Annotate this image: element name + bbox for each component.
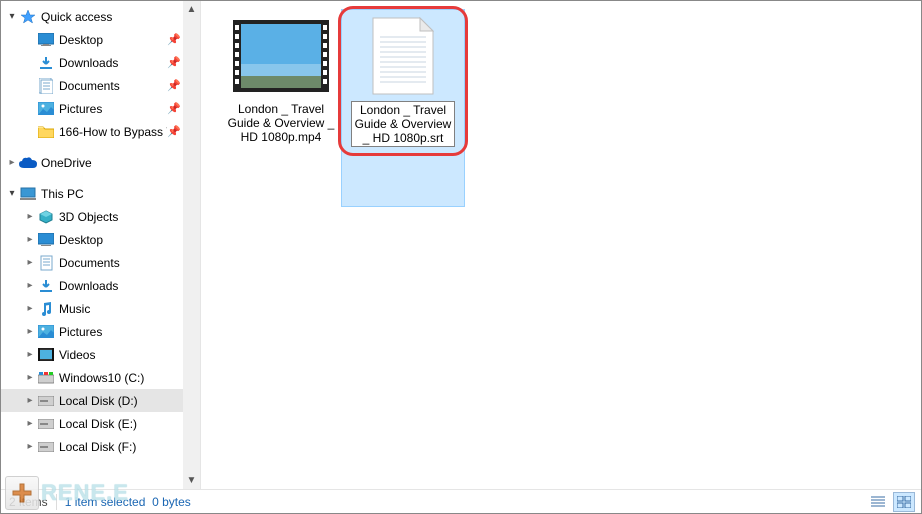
expand-icon[interactable]: ▸ bbox=[23, 395, 37, 406]
nav-label: Music bbox=[59, 302, 183, 316]
nav-label: Windows10 (C:) bbox=[59, 371, 183, 385]
file-name: London _ Travel Guide & Overview _ HD 10… bbox=[351, 101, 455, 147]
nav-this-pc[interactable]: ▾ This PC bbox=[1, 182, 183, 205]
nav-label: Desktop bbox=[59, 233, 183, 247]
nav-label: Downloads bbox=[59, 279, 183, 293]
large-icons-view-button[interactable] bbox=[893, 492, 915, 512]
folder-icon bbox=[37, 123, 55, 141]
desktop-icon bbox=[37, 231, 55, 249]
3d-icon bbox=[37, 208, 55, 226]
expand-icon[interactable]: ▸ bbox=[23, 418, 37, 429]
nav-drive-c[interactable]: ▸ Windows10 (C:) bbox=[1, 366, 183, 389]
music-icon bbox=[37, 300, 55, 318]
expand-icon[interactable]: ▸ bbox=[23, 211, 37, 222]
nav-drive-e[interactable]: ▸ Local Disk (E:) bbox=[1, 412, 183, 435]
nav-3d-objects[interactable]: ▸ 3D Objects bbox=[1, 205, 183, 228]
download-icon bbox=[37, 54, 55, 72]
nav-label: Pictures bbox=[59, 325, 183, 339]
drive-icon bbox=[37, 438, 55, 456]
nav-pictures[interactable]: Pictures 📌 bbox=[1, 97, 183, 120]
expand-icon[interactable]: ▸ bbox=[23, 234, 37, 245]
nav-label: Downloads bbox=[59, 56, 167, 70]
expand-icon[interactable]: ▸ bbox=[5, 157, 19, 168]
nav-label: 166-How to Bypass You bbox=[59, 125, 167, 139]
expand-icon[interactable]: ▸ bbox=[23, 441, 37, 452]
expand-icon[interactable]: ▾ bbox=[5, 11, 19, 22]
drive-icon bbox=[37, 415, 55, 433]
expand-icon[interactable]: ▸ bbox=[23, 280, 37, 291]
nav-label: This PC bbox=[41, 187, 183, 201]
nav-drive-d[interactable]: ▸ Local Disk (D:) bbox=[1, 389, 183, 412]
expand-icon[interactable]: ▸ bbox=[23, 372, 37, 383]
nav-pc-videos[interactable]: ▸ Videos bbox=[1, 343, 183, 366]
navigation-pane: ▾ Quick access Desktop 📌 Downloads 📌 bbox=[1, 1, 201, 489]
expand-icon[interactable]: ▾ bbox=[5, 188, 19, 199]
video-thumbnail bbox=[233, 15, 329, 97]
file-item-video[interactable]: London _ Travel Guide & Overview _ HD 10… bbox=[225, 15, 337, 145]
nav-label: Local Disk (F:) bbox=[59, 440, 183, 454]
pin-icon: 📌 bbox=[167, 102, 183, 115]
nav-pc-music[interactable]: ▸ Music bbox=[1, 297, 183, 320]
onedrive-icon bbox=[19, 154, 37, 172]
nav-pc-desktop[interactable]: ▸ Desktop bbox=[1, 228, 183, 251]
scroll-up-icon[interactable]: ▲ bbox=[183, 1, 200, 18]
nav-desktop[interactable]: Desktop 📌 bbox=[1, 28, 183, 51]
nav-label: Desktop bbox=[59, 33, 167, 47]
pictures-icon bbox=[37, 323, 55, 341]
drive-icon bbox=[37, 392, 55, 410]
expand-icon[interactable]: ▸ bbox=[23, 303, 37, 314]
sidebar-scrollbar[interactable]: ▲ ▼ bbox=[183, 1, 200, 489]
pc-icon bbox=[19, 185, 37, 203]
pin-icon: 📌 bbox=[167, 125, 183, 138]
nav-drive-f[interactable]: ▸ Local Disk (F:) bbox=[1, 435, 183, 458]
nav-label: Pictures bbox=[59, 102, 167, 116]
desktop-icon bbox=[37, 31, 55, 49]
nav-documents[interactable]: Documents 📌 bbox=[1, 74, 183, 97]
nav-label: Videos bbox=[59, 348, 183, 362]
nav-label: OneDrive bbox=[41, 156, 183, 170]
nav-label: Documents bbox=[59, 256, 183, 270]
nav-label: Quick access bbox=[41, 10, 183, 24]
details-view-button[interactable] bbox=[867, 492, 889, 512]
documents-icon bbox=[37, 77, 55, 95]
nav-onedrive[interactable]: ▸ OneDrive bbox=[1, 151, 183, 174]
scroll-down-icon[interactable]: ▼ bbox=[183, 472, 200, 489]
text-file-icon bbox=[355, 15, 451, 97]
star-icon bbox=[19, 8, 37, 26]
pictures-icon bbox=[37, 100, 55, 118]
nav-quick-access[interactable]: ▾ Quick access bbox=[1, 5, 183, 28]
file-name: London _ Travel Guide & Overview _ HD 10… bbox=[225, 101, 337, 145]
nav-downloads[interactable]: Downloads 📌 bbox=[1, 51, 183, 74]
pin-icon: 📌 bbox=[167, 33, 183, 46]
file-item-srt[interactable]: London _ Travel Guide & Overview _ HD 10… bbox=[347, 15, 459, 147]
nav-label: Documents bbox=[59, 79, 167, 93]
nav-folder-166[interactable]: 166-How to Bypass You 📌 bbox=[1, 120, 183, 143]
file-view[interactable]: London _ Travel Guide & Overview _ HD 10… bbox=[201, 1, 921, 489]
pin-icon: 📌 bbox=[167, 56, 183, 69]
nav-pc-downloads[interactable]: ▸ Downloads bbox=[1, 274, 183, 297]
nav-label: Local Disk (E:) bbox=[59, 417, 183, 431]
nav-pc-documents[interactable]: ▸ Documents bbox=[1, 251, 183, 274]
expand-icon[interactable]: ▸ bbox=[23, 326, 37, 337]
nav-pc-pictures[interactable]: ▸ Pictures bbox=[1, 320, 183, 343]
expand-icon[interactable]: ▸ bbox=[23, 349, 37, 360]
documents-icon bbox=[37, 254, 55, 272]
status-bar: 2 items 1 item selected 0 bytes bbox=[1, 489, 921, 513]
videos-icon bbox=[37, 346, 55, 364]
nav-label: 3D Objects bbox=[59, 210, 183, 224]
pin-icon: 📌 bbox=[167, 79, 183, 92]
status-item-count: 2 items bbox=[1, 490, 56, 513]
drive-icon bbox=[37, 369, 55, 387]
nav-label: Local Disk (D:) bbox=[59, 394, 183, 408]
status-selection: 1 item selected 0 bytes bbox=[57, 490, 199, 513]
download-icon bbox=[37, 277, 55, 295]
expand-icon[interactable]: ▸ bbox=[23, 257, 37, 268]
